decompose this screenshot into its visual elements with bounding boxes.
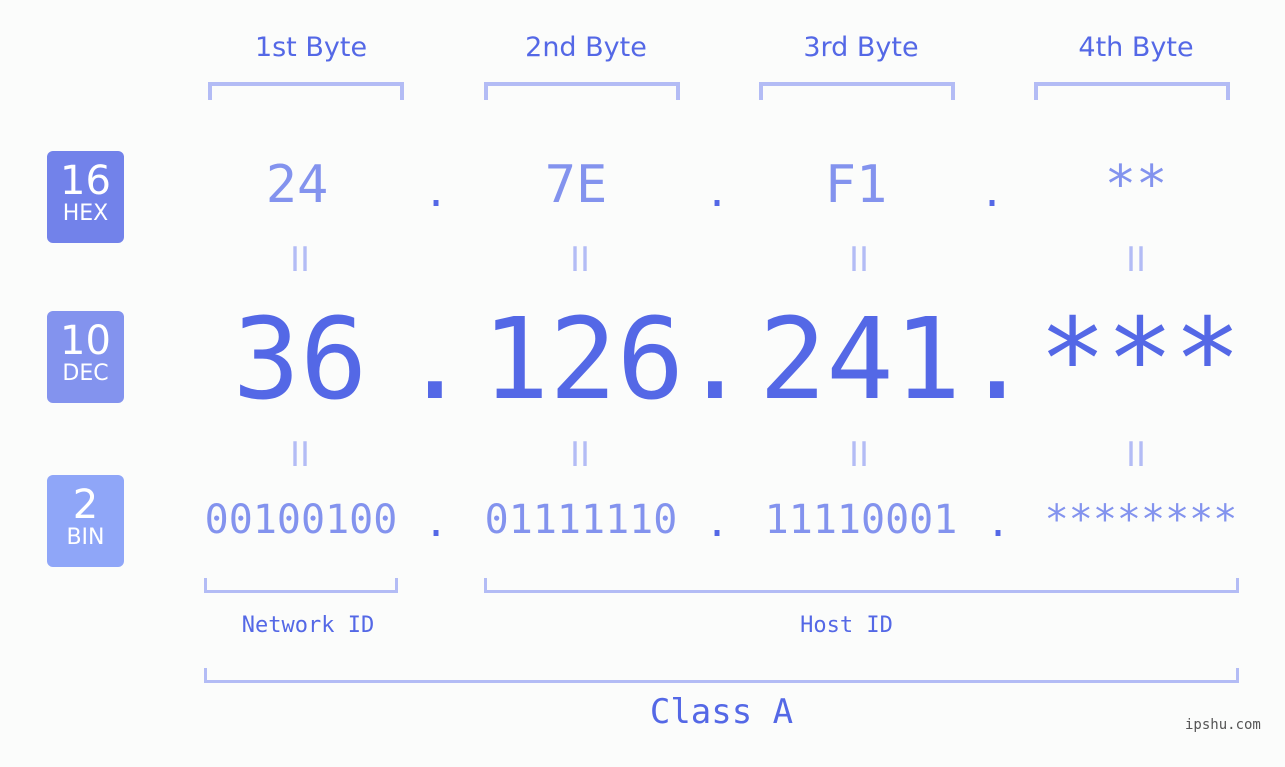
dec-byte-2: 126 [481, 295, 685, 425]
header-byte-3: 3rd Byte [803, 32, 919, 63]
dec-byte-4: *** [1038, 295, 1242, 425]
bin-badge-number: 2 [72, 482, 99, 528]
dec-byte-3: 241 [758, 295, 962, 425]
dec-badge-number: 10 [60, 318, 111, 364]
bracket-byte-2 [484, 82, 680, 100]
equals-sign: II [289, 435, 311, 475]
hex-byte-1: 24 [265, 155, 329, 215]
hex-byte-3: F1 [824, 155, 888, 215]
dec-dot-3: . [963, 295, 1031, 425]
dec-dot-1: . [401, 295, 469, 425]
hex-badge-number: 16 [60, 158, 111, 204]
equals-sign: II [569, 435, 591, 475]
equals-sign: II [1125, 435, 1147, 475]
network-id-bracket [204, 578, 398, 593]
bin-badge-label: BIN [66, 525, 105, 550]
bin-dot-2: . [704, 500, 730, 546]
host-id-bracket [484, 578, 1239, 593]
bin-byte-3: 11110001 [764, 497, 958, 543]
host-id-label: Host ID [800, 613, 893, 638]
equals-sign: II [569, 240, 591, 280]
header-byte-2: 2nd Byte [525, 32, 647, 63]
header-byte-1: 1st Byte [254, 32, 368, 63]
dec-badge-label: DEC [62, 361, 109, 386]
network-id-label: Network ID [241, 613, 375, 638]
bracket-byte-3 [759, 82, 955, 100]
equals-sign: II [848, 240, 870, 280]
hex-badge-label: HEX [62, 201, 109, 226]
hex-dot-3: . [979, 170, 1005, 216]
hex-byte-2: 7E [544, 155, 608, 215]
equals-sign: II [848, 435, 870, 475]
bin-badge: 2 BIN [47, 475, 124, 567]
dec-badge: 10 DEC [47, 311, 124, 403]
bin-byte-4: ******** [1044, 497, 1238, 543]
class-bracket [204, 668, 1239, 683]
bracket-byte-1 [208, 82, 404, 100]
dec-dot-2: . [681, 295, 749, 425]
hex-dot-2: . [704, 170, 730, 216]
hex-dot-1: . [423, 170, 449, 216]
equals-sign: II [1125, 240, 1147, 280]
bracket-byte-4 [1034, 82, 1230, 100]
equals-sign: II [289, 240, 311, 280]
dec-byte-1: 36 [232, 295, 368, 425]
bin-byte-1: 00100100 [204, 497, 398, 543]
watermark: ipshu.com [1185, 717, 1261, 733]
hex-badge: 16 HEX [47, 151, 124, 243]
header-byte-4: 4th Byte [1078, 32, 1194, 63]
bin-byte-2: 01111110 [484, 497, 678, 543]
hex-byte-4: ** [1104, 155, 1168, 215]
bin-dot-3: . [985, 500, 1011, 546]
bin-dot-1: . [423, 500, 449, 546]
class-label: Class A [649, 692, 794, 732]
